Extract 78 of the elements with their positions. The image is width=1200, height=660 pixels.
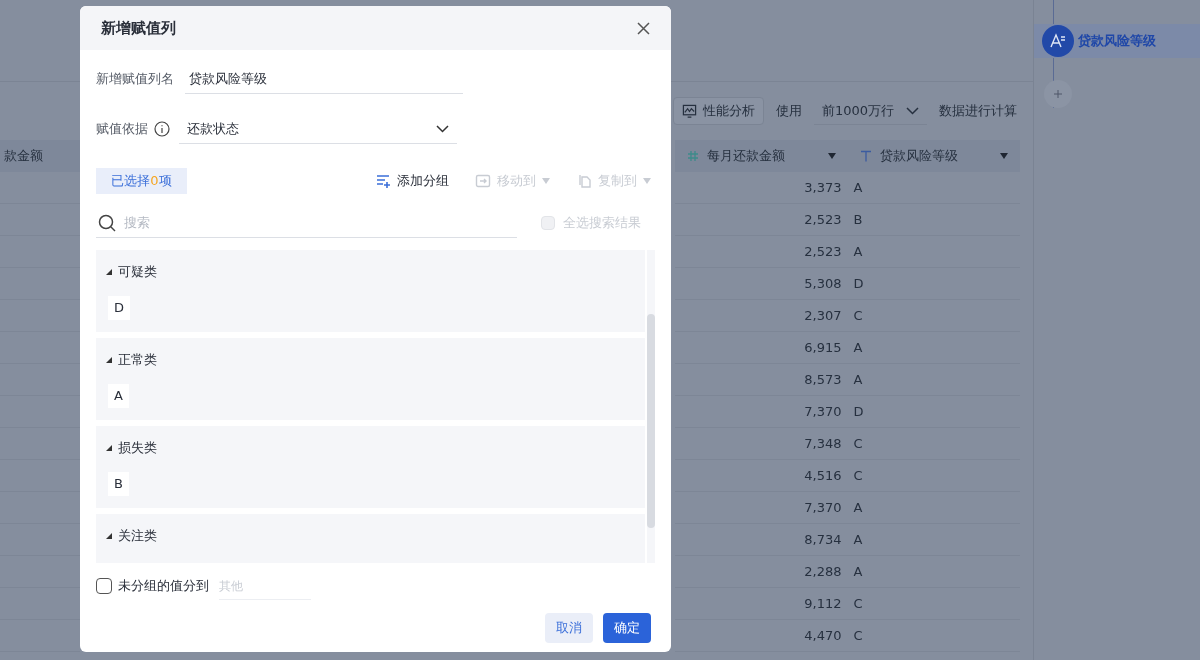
table-cell-text: D [852, 274, 865, 293]
chevron-down-icon [436, 124, 449, 133]
table-cell-text: 5,308 [803, 274, 843, 293]
caret-icon [1000, 153, 1008, 159]
table-cell-text: 3,373 [803, 178, 843, 197]
field-label: 赋值依据 [96, 120, 148, 139]
column-header: 贷款风险等级 [879, 147, 959, 166]
value-chip[interactable]: A [108, 383, 129, 408]
text-type-icon [859, 150, 872, 162]
caret-icon [542, 178, 550, 184]
table-cell-text: 7,370 [803, 498, 843, 517]
caret-icon [643, 178, 651, 184]
table-cell-text: D [852, 402, 865, 421]
move-icon [475, 173, 491, 189]
table-cell-text: A [852, 498, 864, 517]
table-cell-text: 2,288 [803, 562, 843, 581]
add-group-icon [375, 173, 391, 189]
chevron-down-icon [906, 106, 919, 115]
checkbox[interactable] [96, 578, 112, 594]
selection-count: 已选择0项 [96, 168, 187, 194]
chart-icon [681, 103, 697, 119]
cancel-button[interactable]: 取消 [545, 613, 593, 643]
table-cell-text: A [852, 562, 864, 581]
table-cell-text: C [852, 434, 864, 453]
table-cell-text: 2,307 [803, 306, 843, 325]
field-label: 新增赋值列名 [96, 70, 175, 89]
ungrouped-label: 未分组的值分到 [118, 577, 209, 596]
value-chip[interactable]: D [108, 295, 130, 320]
column-header: 款金额 [0, 140, 80, 172]
caret-icon [827, 153, 836, 159]
number-type-icon [687, 150, 699, 162]
table-cell-text: C [852, 466, 864, 485]
add-node-icon[interactable] [1044, 80, 1072, 108]
table-cell-text: 8,573 [803, 370, 843, 389]
search-icon [98, 213, 116, 232]
performance-button[interactable]: 性能分析 [672, 97, 764, 125]
basis-select[interactable]: 还款状态 [179, 114, 457, 144]
expand-icon [106, 444, 112, 451]
column-header: 每月还款金额 [707, 147, 786, 166]
scrollbar[interactable] [647, 250, 655, 563]
group-header[interactable]: 关注类 [106, 526, 157, 546]
info-icon [154, 121, 170, 137]
table-cell-text: 9,112 [803, 594, 843, 613]
dialog-title: 新增赋值列 [101, 17, 176, 39]
compute-label: 数据进行计算 [939, 102, 1017, 121]
table-cell-text: A [852, 370, 864, 389]
table-cell-text: A [852, 178, 864, 197]
group-header[interactable]: 损失类 [106, 438, 157, 458]
table-cell-text: C [852, 594, 864, 613]
close-icon[interactable] [637, 21, 650, 35]
search-field[interactable]: 搜索 [124, 208, 515, 237]
value-chip[interactable]: B [108, 471, 129, 496]
expand-icon [106, 268, 112, 275]
name-input[interactable]: 贷款风险等级 [185, 64, 463, 94]
confirm-button[interactable]: 确定 [603, 613, 651, 643]
table-cell-text: A [852, 338, 864, 357]
group-header[interactable]: 正常类 [106, 350, 157, 370]
use-label: 使用 [775, 102, 802, 121]
table-cell-text: 6,915 [803, 338, 843, 357]
table-cell-text: 2,523 [803, 210, 843, 229]
expand-icon [106, 356, 112, 363]
table-cell-text: C [852, 626, 864, 645]
add-button[interactable]: 添加分组 [375, 171, 449, 191]
table-cell-text: 2,523 [803, 242, 843, 261]
table-cell-text: 4,516 [803, 466, 843, 485]
table-cell-text: 4,470 [803, 626, 843, 645]
table-cell-text: 8,734 [803, 530, 843, 549]
table-cell-text: B [852, 210, 864, 229]
table-cell-text: A [852, 242, 864, 261]
table-cell-text: 7,370 [803, 402, 843, 421]
table-cell-text: A [852, 530, 864, 549]
table-cell-text: C [852, 306, 864, 325]
group-header[interactable]: 可疑类 [106, 262, 157, 282]
rows-select[interactable]: 前1000万行 [813, 97, 927, 125]
text-column-icon [1042, 25, 1074, 57]
table-cell-text: 7,348 [803, 434, 843, 453]
expand-icon [106, 532, 112, 539]
copy-icon [576, 173, 592, 189]
